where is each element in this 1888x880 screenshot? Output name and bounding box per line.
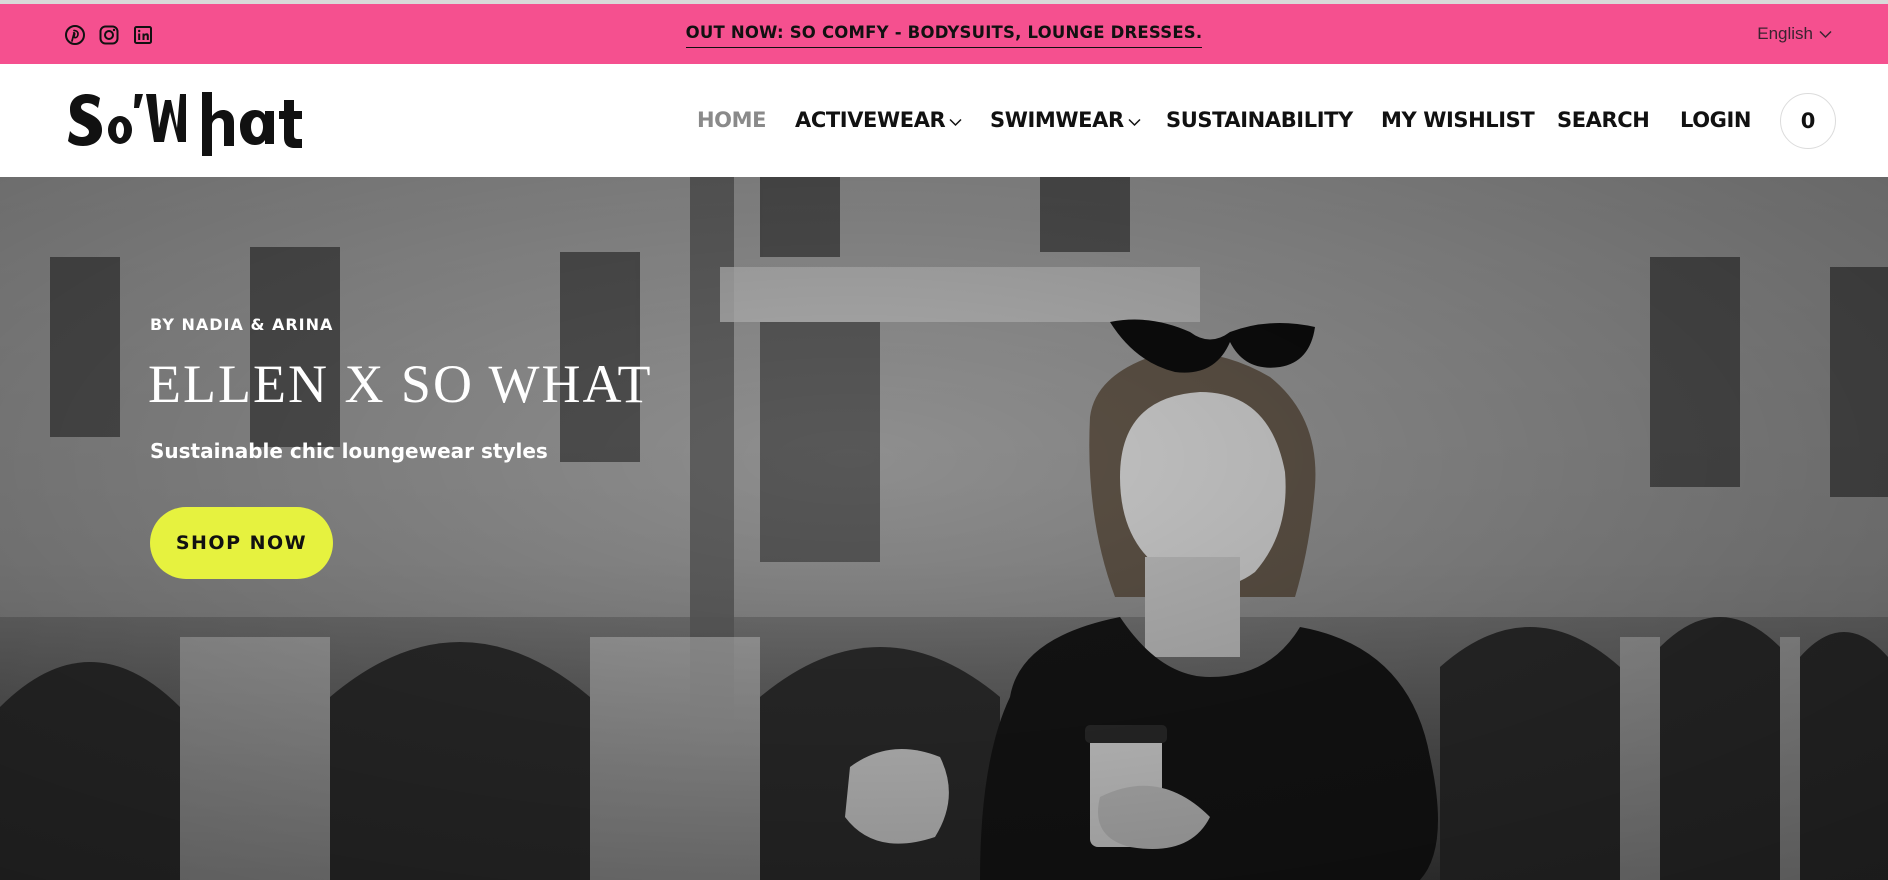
nav-item-search[interactable]: SEARCH <box>1557 108 1650 132</box>
shop-now-button[interactable]: SHOP NOW <box>150 507 333 579</box>
language-label: English <box>1757 24 1813 43</box>
hero-kicker: BY NADIA & ARINA <box>150 315 334 334</box>
cart-count: 0 <box>1800 109 1816 133</box>
nav-item-home[interactable]: HOME <box>697 108 766 132</box>
nav-item-sustainability[interactable]: SUSTAINABILITY <box>1166 108 1353 132</box>
site-header: HOME ACTIVEWEAR SWIMWEAR SUSTAINABILITY … <box>0 64 1888 177</box>
chevron-down-icon <box>1819 30 1832 38</box>
nav-item-login[interactable]: LOGIN <box>1680 108 1752 132</box>
main-nav: HOME ACTIVEWEAR SWIMWEAR SUSTAINABILITY … <box>0 108 1888 138</box>
cart-button[interactable]: 0 <box>1780 93 1836 149</box>
nav-item-swimwear[interactable]: SWIMWEAR <box>990 108 1141 132</box>
hero-title: ELLEN X SO WHAT <box>148 354 653 414</box>
chevron-down-icon <box>1128 118 1141 126</box>
announcement-link[interactable]: OUT NOW: SO COMFY - BODYSUITS, LOUNGE DR… <box>685 23 1203 48</box>
chevron-down-icon <box>949 118 962 126</box>
announcement-bar: OUT NOW: SO COMFY - BODYSUITS, LOUNGE DR… <box>0 0 1888 64</box>
announcement-message: OUT NOW: SO COMFY - BODYSUITS, LOUNGE DR… <box>0 23 1888 48</box>
language-selector[interactable]: English <box>1757 24 1832 44</box>
nav-item-my-wishlist[interactable]: MY WISHLIST <box>1381 108 1535 132</box>
nav-item-activewear[interactable]: ACTIVEWEAR <box>795 108 962 132</box>
hero-banner: BY NADIA & ARINA ELLEN X SO WHAT Sustain… <box>0 177 1888 880</box>
hero-subtitle: Sustainable chic loungewear styles <box>150 439 548 463</box>
